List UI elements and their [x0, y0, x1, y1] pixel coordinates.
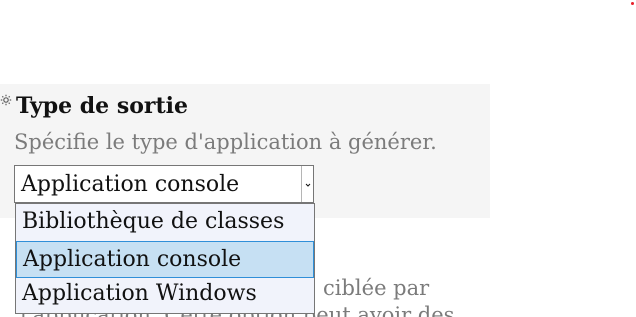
setting-title: Type de sortie: [16, 93, 188, 119]
select-current-value: Application console: [21, 172, 240, 197]
chevron-down-icon[interactable]: [304, 181, 312, 189]
gear-icon: [0, 94, 12, 106]
select-divider: [301, 166, 302, 202]
output-type-dropdown[interactable]: Bibliothèque de classes Application cons…: [15, 203, 315, 314]
option-windows-application[interactable]: Application Windows: [16, 276, 314, 313]
red-dot-indicator: [631, 2, 634, 5]
underlying-text-line-1: ciblée par: [323, 276, 430, 300]
option-class-library[interactable]: Bibliothèque de classes: [16, 204, 314, 241]
option-console-application[interactable]: Application console: [16, 241, 314, 278]
setting-description: Spécifie le type d'application à générer…: [14, 130, 437, 154]
settings-page: Type de sortie Spécifie le type d'applic…: [0, 0, 636, 317]
output-type-select[interactable]: Application console: [14, 165, 314, 203]
